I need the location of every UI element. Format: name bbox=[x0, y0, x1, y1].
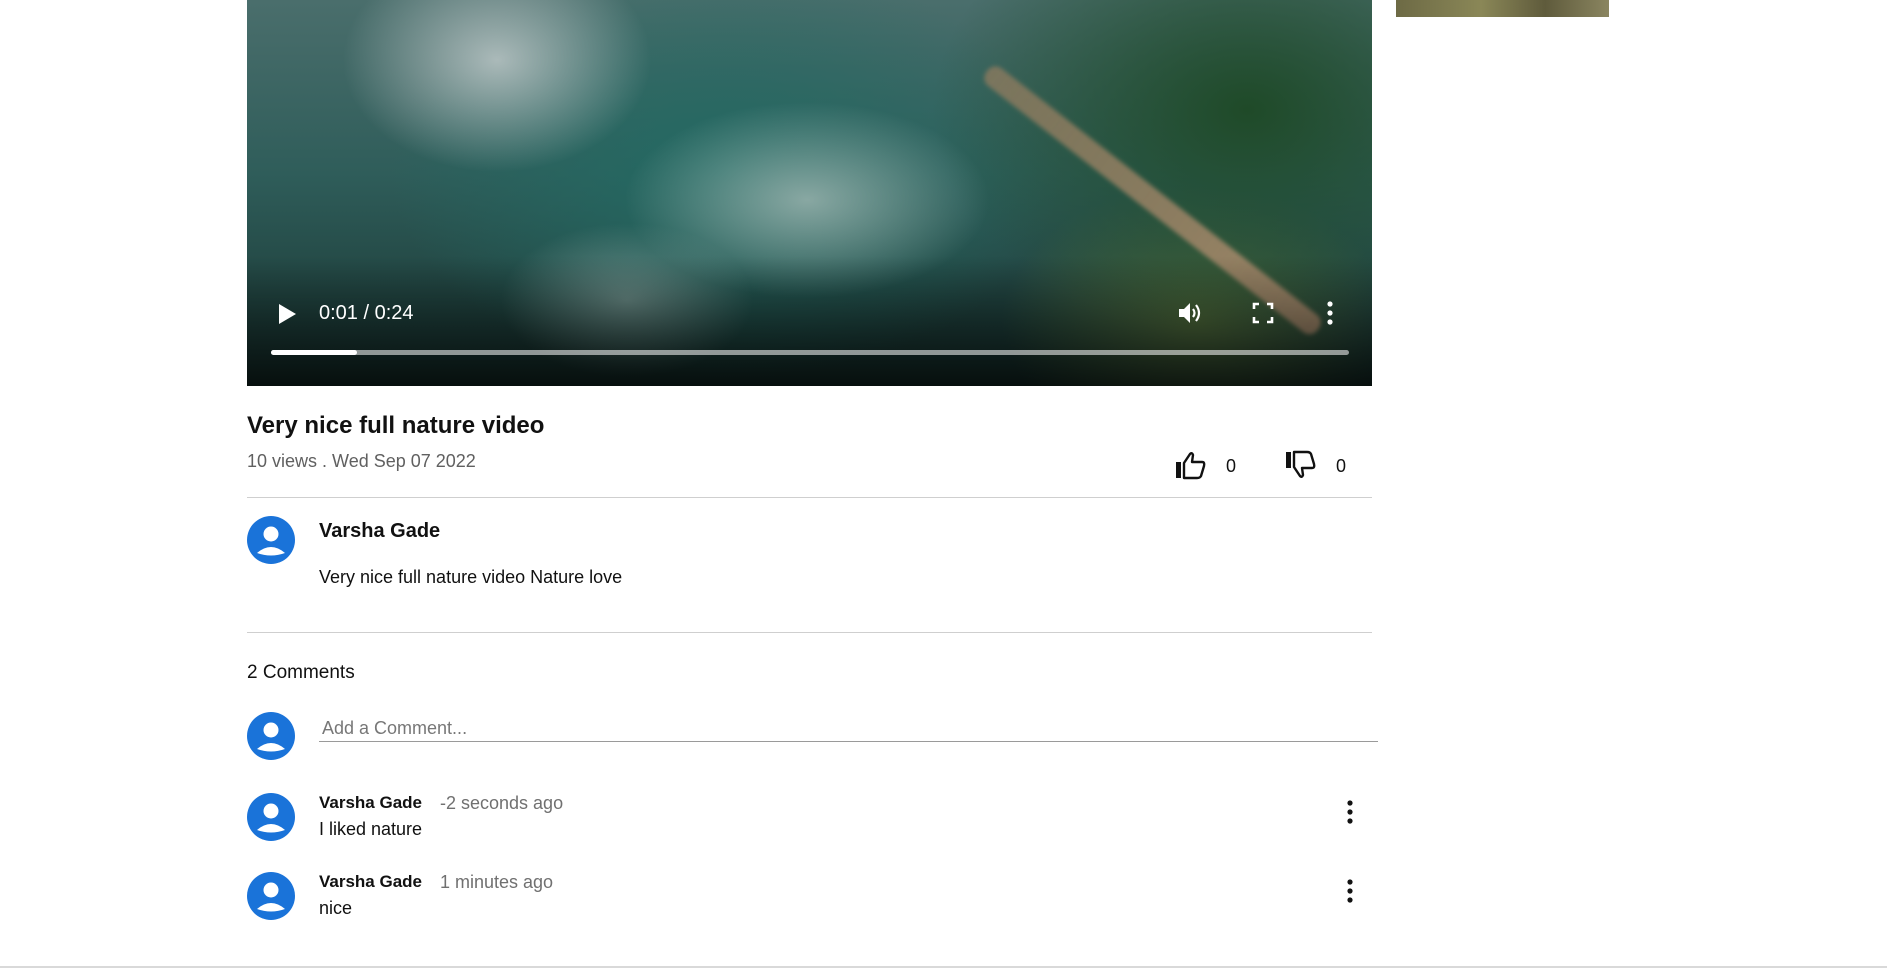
current-user-avatar-icon bbox=[247, 712, 295, 760]
comment-author-avatar-icon[interactable] bbox=[247, 872, 295, 920]
video-player[interactable]: 0:01 / 0:24 bbox=[247, 0, 1372, 386]
comments-count: 2 Comments bbox=[247, 662, 355, 683]
divider bbox=[247, 632, 1372, 633]
page-bottom-border bbox=[0, 966, 1887, 968]
video-frame-shoreline bbox=[980, 62, 1325, 339]
comment-text: I liked nature bbox=[319, 819, 423, 839]
comment-timestamp: 1 minutes ago bbox=[440, 872, 554, 892]
like-count: 0 bbox=[1226, 456, 1237, 476]
video-more-options-icon[interactable] bbox=[1324, 300, 1336, 326]
video-progress-fill bbox=[271, 350, 358, 355]
add-comment-input[interactable] bbox=[319, 715, 1378, 742]
comment-author[interactable]: Varsha Gade bbox=[319, 872, 422, 892]
fullscreen-icon[interactable] bbox=[1252, 301, 1274, 325]
play-icon[interactable] bbox=[277, 303, 297, 325]
volume-icon[interactable] bbox=[1177, 300, 1203, 326]
suggested-video-thumbnail[interactable] bbox=[1396, 0, 1609, 17]
comment-more-options-icon[interactable] bbox=[1344, 878, 1356, 904]
comment-more-options-icon[interactable] bbox=[1344, 799, 1356, 825]
divider bbox=[247, 497, 1372, 498]
dislike-count: 0 bbox=[1336, 456, 1347, 476]
comment-timestamp: -2 seconds ago bbox=[440, 793, 564, 813]
video-meta: 10 views . Wed Sep 07 2022 bbox=[247, 451, 476, 471]
video-title: Very nice full nature video bbox=[247, 412, 545, 439]
video-time-display: 0:01 / 0:24 bbox=[319, 302, 414, 324]
video-description: Very nice full nature video Nature love bbox=[319, 567, 623, 587]
channel-avatar-icon[interactable] bbox=[247, 516, 295, 564]
comment-text: nice bbox=[319, 898, 353, 918]
channel-name[interactable]: Varsha Gade bbox=[319, 520, 440, 543]
comment-author[interactable]: Varsha Gade bbox=[319, 793, 422, 813]
video-progress-bar[interactable] bbox=[271, 350, 1349, 355]
thumbs-down-icon[interactable] bbox=[1285, 450, 1317, 480]
thumbs-up-icon[interactable] bbox=[1175, 450, 1207, 480]
comment-author-avatar-icon[interactable] bbox=[247, 793, 295, 841]
